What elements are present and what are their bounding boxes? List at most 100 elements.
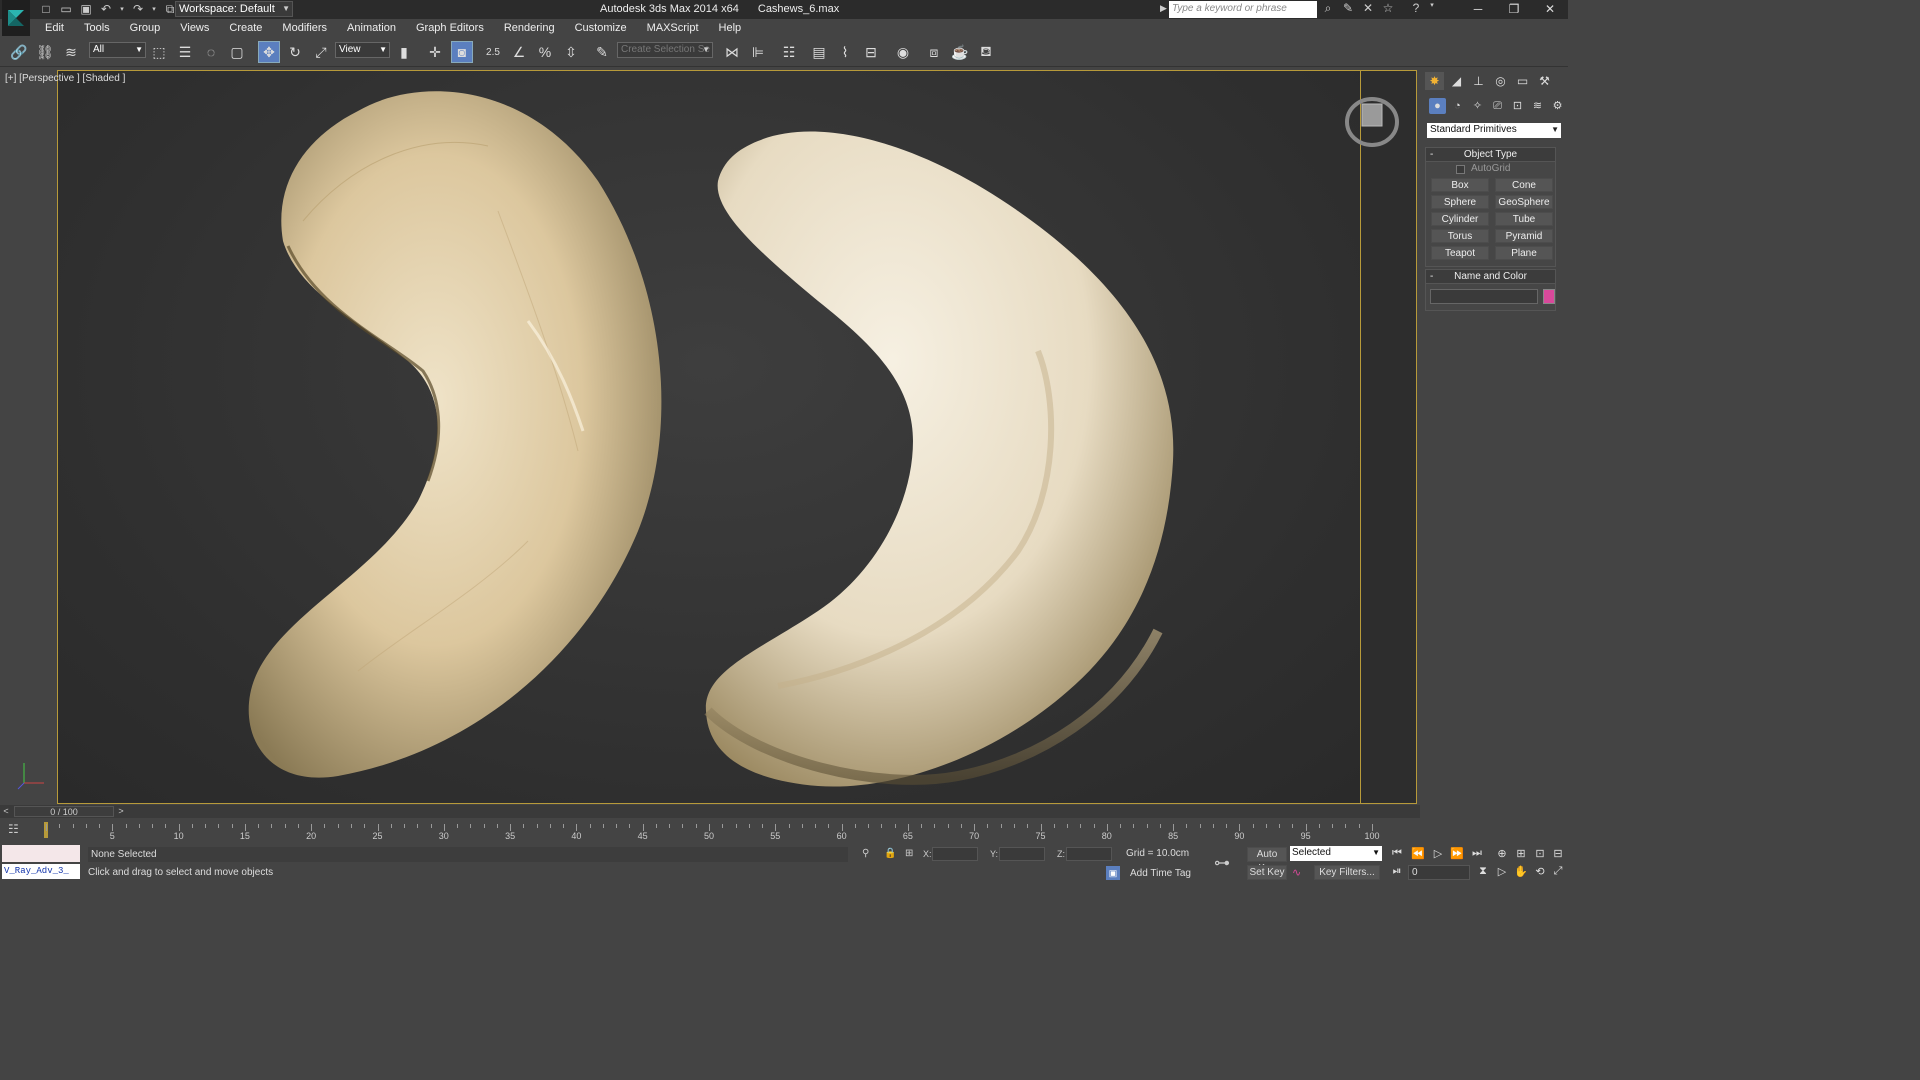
help-dropdown-icon[interactable]: ▾ [1428, 1, 1436, 17]
primitive-category-select[interactable]: Standard Primitives ▼ [1427, 123, 1561, 138]
previous-frame-icon[interactable]: < [0, 805, 12, 818]
shapes-icon[interactable]: ◔ [1449, 98, 1466, 114]
percent-snap-icon[interactable]: % [534, 41, 556, 63]
unlink-icon[interactable]: ⛓ [34, 41, 56, 63]
undo-icon[interactable]: ↶ [98, 1, 114, 17]
display-tab-icon[interactable]: ▭ [1513, 72, 1532, 90]
restore-icon[interactable]: ❐ [1496, 0, 1532, 19]
orbit-icon[interactable]: ⟲ [1532, 865, 1548, 878]
layer-manager-icon[interactable]: ☷ [778, 41, 800, 63]
object-type-header[interactable]: - Object Type [1426, 148, 1555, 162]
app-logo[interactable] [2, 0, 30, 36]
key-icon[interactable]: ⊶ [1214, 853, 1230, 873]
current-frame-field[interactable]: 0 [1408, 865, 1470, 880]
menu-maxscript[interactable]: MAXScript [637, 22, 709, 34]
menu-group[interactable]: Group [120, 22, 171, 34]
isolate-selection-icon[interactable]: ⚲ [862, 848, 869, 859]
select-manipulate-icon[interactable]: ✛ [424, 41, 446, 63]
select-and-scale-icon[interactable]: ⤢ [310, 41, 332, 63]
plane-button[interactable]: Plane [1495, 246, 1553, 260]
open-mini-curve-editor-icon[interactable]: ☷ [8, 822, 19, 836]
menu-graph-editors[interactable]: Graph Editors [406, 22, 494, 34]
zoom-extents-all-icon[interactable]: ⊟ [1550, 847, 1566, 860]
pan-view-icon[interactable]: ✋ [1513, 865, 1529, 878]
utilities-tab-icon[interactable]: ⚒ [1535, 72, 1554, 90]
sphere-button[interactable]: Sphere [1431, 195, 1489, 209]
ribbon-icon[interactable]: ▤ [808, 41, 830, 63]
time-tag-icon[interactable]: ▣ [1106, 866, 1120, 880]
cashew-models[interactable] [58, 71, 1361, 804]
window-crossing-icon[interactable]: ▢ [226, 41, 248, 63]
key-filters-button[interactable]: Key Filters... [1314, 865, 1380, 880]
menu-customize[interactable]: Customize [565, 22, 637, 34]
key-mode-toggle-icon[interactable]: ⏯ [1389, 865, 1405, 878]
render-setup-icon[interactable]: ⧈ [923, 41, 945, 63]
spinner-snap-icon[interactable]: ⇳ [560, 41, 582, 63]
geometry-icon[interactable]: ● [1429, 98, 1446, 114]
set-key-button[interactable]: Set Key [1247, 865, 1287, 880]
box-button[interactable]: Box [1431, 178, 1489, 192]
select-and-move-icon[interactable]: ✥ [258, 41, 280, 63]
next-frame-icon[interactable]: > [115, 805, 127, 818]
search-expand-icon[interactable]: ▶ [1160, 3, 1167, 14]
x-coordinate-field[interactable] [932, 847, 978, 861]
help-icon[interactable]: ? [1408, 1, 1424, 17]
selection-lock-icon[interactable]: 🔒 [884, 848, 896, 859]
menu-animation[interactable]: Animation [337, 22, 406, 34]
named-selection-set-select[interactable]: Create Selection Se ▼ [617, 42, 713, 58]
align-icon[interactable]: ⊫ [747, 41, 769, 63]
menu-views[interactable]: Views [170, 22, 219, 34]
default-tangents-icon[interactable]: ∿ [1292, 866, 1301, 879]
perspective-viewport[interactable] [57, 70, 1361, 804]
search-input[interactable]: Type a keyword or phrase [1169, 1, 1317, 18]
cylinder-button[interactable]: Cylinder [1431, 212, 1489, 226]
menu-tools[interactable]: Tools [74, 22, 120, 34]
binoculars-icon[interactable]: ⌕ [1320, 1, 1336, 17]
redo-dropdown-icon[interactable]: ▾ [150, 1, 158, 17]
new-file-icon[interactable]: □ [38, 1, 54, 17]
go-to-start-icon[interactable]: ⏮ [1389, 847, 1405, 860]
menu-help[interactable]: Help [709, 22, 752, 34]
tube-button[interactable]: Tube [1495, 212, 1553, 226]
select-by-name-icon[interactable]: ☰ [174, 41, 196, 63]
curve-editor-icon[interactable]: ⌇ [834, 41, 856, 63]
redo-icon[interactable]: ↷ [130, 1, 146, 17]
menu-modifiers[interactable]: Modifiers [272, 22, 337, 34]
helpers-icon[interactable]: ⊡ [1509, 98, 1526, 114]
modify-tab-icon[interactable]: ◢ [1447, 72, 1466, 90]
favorites-star-icon[interactable]: ☆ [1380, 1, 1396, 17]
go-to-end-icon[interactable]: ⏭ [1469, 847, 1485, 860]
absolute-relative-toggle-icon[interactable]: ⊞ [905, 848, 913, 859]
mirror-icon[interactable]: ⋈ [721, 41, 743, 63]
snaps-toggle-icon[interactable]: 2.5 [482, 41, 504, 63]
material-editor-icon[interactable]: ◉ [892, 41, 914, 63]
name-and-color-header[interactable]: - Name and Color [1426, 270, 1555, 284]
zoom-extents-icon[interactable]: ⊡ [1532, 847, 1548, 860]
viewport-label[interactable]: [+] [Perspective ] [Shaded ] [5, 73, 125, 84]
pyramid-button[interactable]: Pyramid [1495, 229, 1553, 243]
render-production-icon[interactable]: ⛾ [975, 41, 997, 63]
key-selection-set-select[interactable]: Selected ▼ [1290, 846, 1382, 861]
play-icon[interactable]: ▷ [1430, 847, 1446, 860]
zoom-all-icon[interactable]: ⊞ [1513, 847, 1529, 860]
create-tab-icon[interactable]: ✸ [1425, 72, 1444, 90]
torus-button[interactable]: Torus [1431, 229, 1489, 243]
selection-filter-select[interactable]: All ▼ [89, 42, 146, 58]
autogrid-checkbox[interactable] [1456, 165, 1465, 174]
edit-named-selection-icon[interactable]: ✎ [591, 41, 613, 63]
select-and-link-icon[interactable]: 🔗 [8, 41, 30, 63]
time-configuration-icon[interactable]: ⧗ [1475, 865, 1491, 878]
maxscript-mini-listener[interactable]: V_Ray_Adv_3_ [2, 864, 80, 879]
zoom-icon[interactable]: ⊕ [1494, 847, 1510, 860]
reference-coordinate-select[interactable]: View ▼ [335, 42, 390, 58]
object-name-field[interactable] [1430, 289, 1538, 304]
schematic-view-icon[interactable]: ⊟ [860, 41, 882, 63]
angle-snap-icon[interactable]: ∠ [508, 41, 530, 63]
select-object-icon[interactable]: ⬚ [148, 41, 170, 63]
z-coordinate-field[interactable] [1066, 847, 1112, 861]
timeline-ticks[interactable]: 5 10 15 20 25 30 35 40 45 50 55 60 65 70 75 80 85 90 95 100 [44, 818, 1380, 845]
cashew-right[interactable] [705, 131, 1174, 787]
bind-space-warp-icon[interactable]: ≋ [60, 41, 82, 63]
space-warps-icon[interactable]: ≋ [1529, 98, 1546, 114]
pivot-center-icon[interactable]: ▮ [393, 41, 415, 63]
